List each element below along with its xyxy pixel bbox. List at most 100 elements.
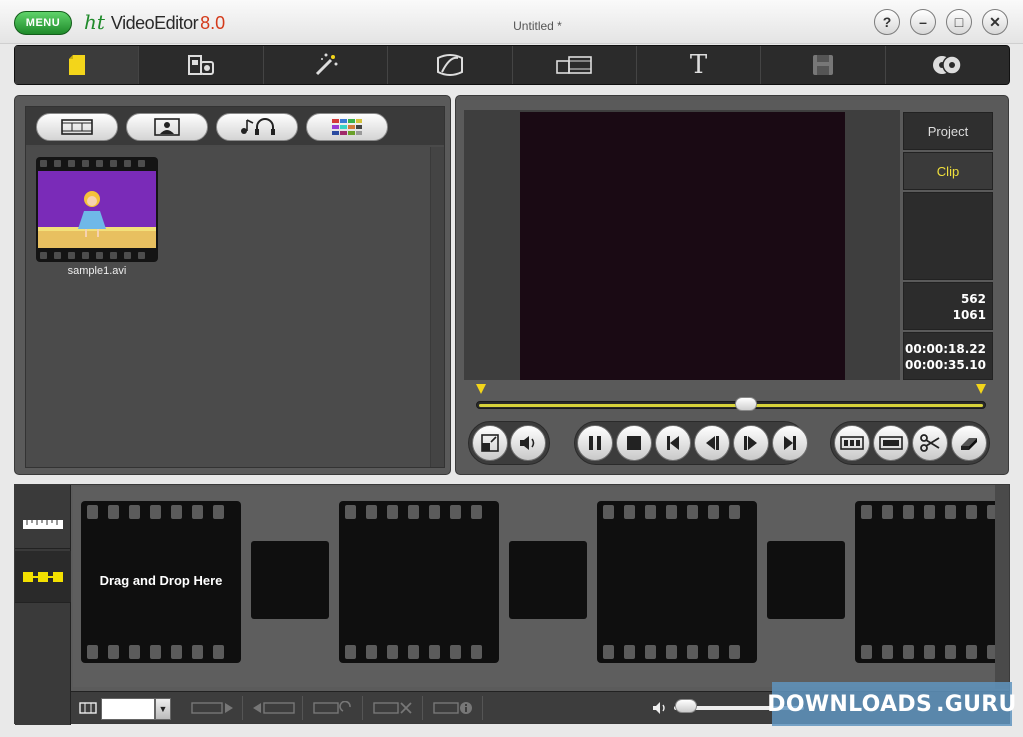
film-hole (861, 505, 872, 519)
film-hole (345, 505, 356, 519)
tab-video-clips[interactable] (36, 113, 118, 141)
zoom-level-field[interactable] (101, 698, 155, 720)
film-hole (171, 645, 182, 659)
mark-out-button[interactable] (873, 425, 909, 461)
video-thumbnail (36, 157, 158, 262)
storyboard-slot[interactable] (339, 501, 499, 663)
transition-slot[interactable] (509, 541, 587, 619)
mark-in-button[interactable] (834, 425, 870, 461)
help-button[interactable]: ? (874, 9, 900, 35)
storyboard-slot[interactable]: Drag and Drop Here (81, 501, 241, 663)
video-canvas[interactable] (520, 112, 845, 380)
text-button[interactable]: T (637, 46, 762, 84)
tab-colors[interactable] (306, 113, 388, 141)
film-hole (171, 505, 182, 519)
timeline-view-button[interactable] (15, 497, 71, 549)
snapshot-button[interactable] (472, 425, 508, 461)
film-hole (666, 505, 677, 519)
title-bar: MENU ht VideoEditor 8.0 Untitled * ? – □… (0, 0, 1023, 44)
tab-project[interactable]: Project (903, 112, 993, 150)
move-right-button[interactable] (243, 696, 303, 720)
frame-total: 1061 (952, 308, 986, 322)
time-total: 00:00:35.10 (905, 358, 986, 372)
new-project-button[interactable] (15, 46, 140, 84)
new-project-icon (68, 55, 85, 75)
film-hole (687, 645, 698, 659)
chevron-down-icon: ▼ (158, 704, 168, 714)
film-hole (129, 505, 140, 519)
move-left-button[interactable] (183, 696, 243, 720)
mark-in-marker[interactable] (476, 384, 486, 394)
media-list: sample1.avi (26, 147, 430, 467)
colors-icon (332, 119, 362, 135)
drop-hint: Drag and Drop Here (99, 573, 223, 588)
effects-wand-icon (316, 53, 338, 76)
stop-button[interactable] (616, 425, 652, 461)
preview-info-column: Project Clip 562 1061 00:00:18.22 00:00:… (903, 112, 993, 382)
film-hole (129, 645, 140, 659)
film-hole (729, 645, 740, 659)
burn-disc-button[interactable] (886, 46, 1009, 84)
media-scrollbar[interactable] (430, 147, 444, 467)
film-hole (450, 505, 461, 519)
film-hole (687, 505, 698, 519)
timeline-scrollbar[interactable] (995, 485, 1009, 689)
capture-button[interactable] (139, 46, 264, 84)
frame-current: 562 (960, 292, 986, 306)
film-hole (87, 505, 98, 519)
erase-button[interactable] (951, 425, 987, 461)
master-volume-handle[interactable] (675, 699, 697, 713)
speaker-icon (653, 702, 665, 714)
previous-frame-button[interactable] (694, 425, 730, 461)
go-to-end-button[interactable] (772, 425, 808, 461)
pause-icon (589, 436, 601, 450)
tab-audio[interactable] (216, 113, 298, 141)
volume-button[interactable] (510, 425, 546, 461)
media-library: sample1.avi (25, 106, 445, 468)
watermark-domain: .GURU (936, 691, 1017, 717)
watermark-text: DOWNLOADS (767, 691, 933, 717)
film-hole (966, 645, 977, 659)
storyboard-button[interactable] (513, 46, 637, 84)
effects-button[interactable] (264, 46, 389, 84)
tab-photos[interactable] (126, 113, 208, 141)
minimize-button[interactable]: – (910, 9, 936, 35)
photos-icon (154, 118, 180, 136)
tab-clip[interactable]: Clip (903, 152, 993, 190)
skip-back-icon (667, 436, 679, 450)
transition-slot[interactable] (767, 541, 845, 619)
transitions-button[interactable] (388, 46, 513, 84)
delete-clip-button[interactable] (363, 696, 423, 720)
split-button[interactable] (912, 425, 948, 461)
go-to-start-button[interactable] (655, 425, 691, 461)
film-hole (645, 505, 656, 519)
preview-panel: Project Clip 562 1061 00:00:18.22 00:00:… (455, 95, 1009, 475)
pause-button[interactable] (577, 425, 613, 461)
scrubber[interactable] (470, 382, 992, 414)
film-hole (387, 505, 398, 519)
next-frame-button[interactable] (733, 425, 769, 461)
transition-slot[interactable] (251, 541, 329, 619)
storyboard-slot[interactable] (597, 501, 757, 663)
speaker-icon (520, 436, 535, 450)
media-item[interactable]: sample1.avi (36, 157, 158, 277)
film-hole (945, 505, 956, 519)
save-button[interactable] (761, 46, 886, 84)
film-hole (192, 505, 203, 519)
film-hole (408, 645, 419, 659)
film-hole (861, 645, 872, 659)
scrubber-track[interactable] (476, 401, 986, 409)
storyboard-view-button[interactable] (15, 551, 71, 603)
clip-info-button[interactable] (423, 696, 483, 720)
rotate-clip-button[interactable] (303, 696, 363, 720)
storyboard-slot[interactable] (855, 501, 996, 663)
maximize-button[interactable]: □ (946, 9, 972, 35)
zoom-dropdown-button[interactable]: ▼ (155, 698, 171, 720)
skip-forward-icon (784, 436, 796, 450)
film-hole (408, 505, 419, 519)
playhead-handle[interactable] (735, 397, 758, 411)
film-hole (966, 505, 977, 519)
close-button[interactable]: ✕ (982, 9, 1008, 35)
time-counter: 00:00:18.22 00:00:35.10 (903, 332, 993, 380)
mark-out-marker[interactable] (976, 384, 986, 394)
